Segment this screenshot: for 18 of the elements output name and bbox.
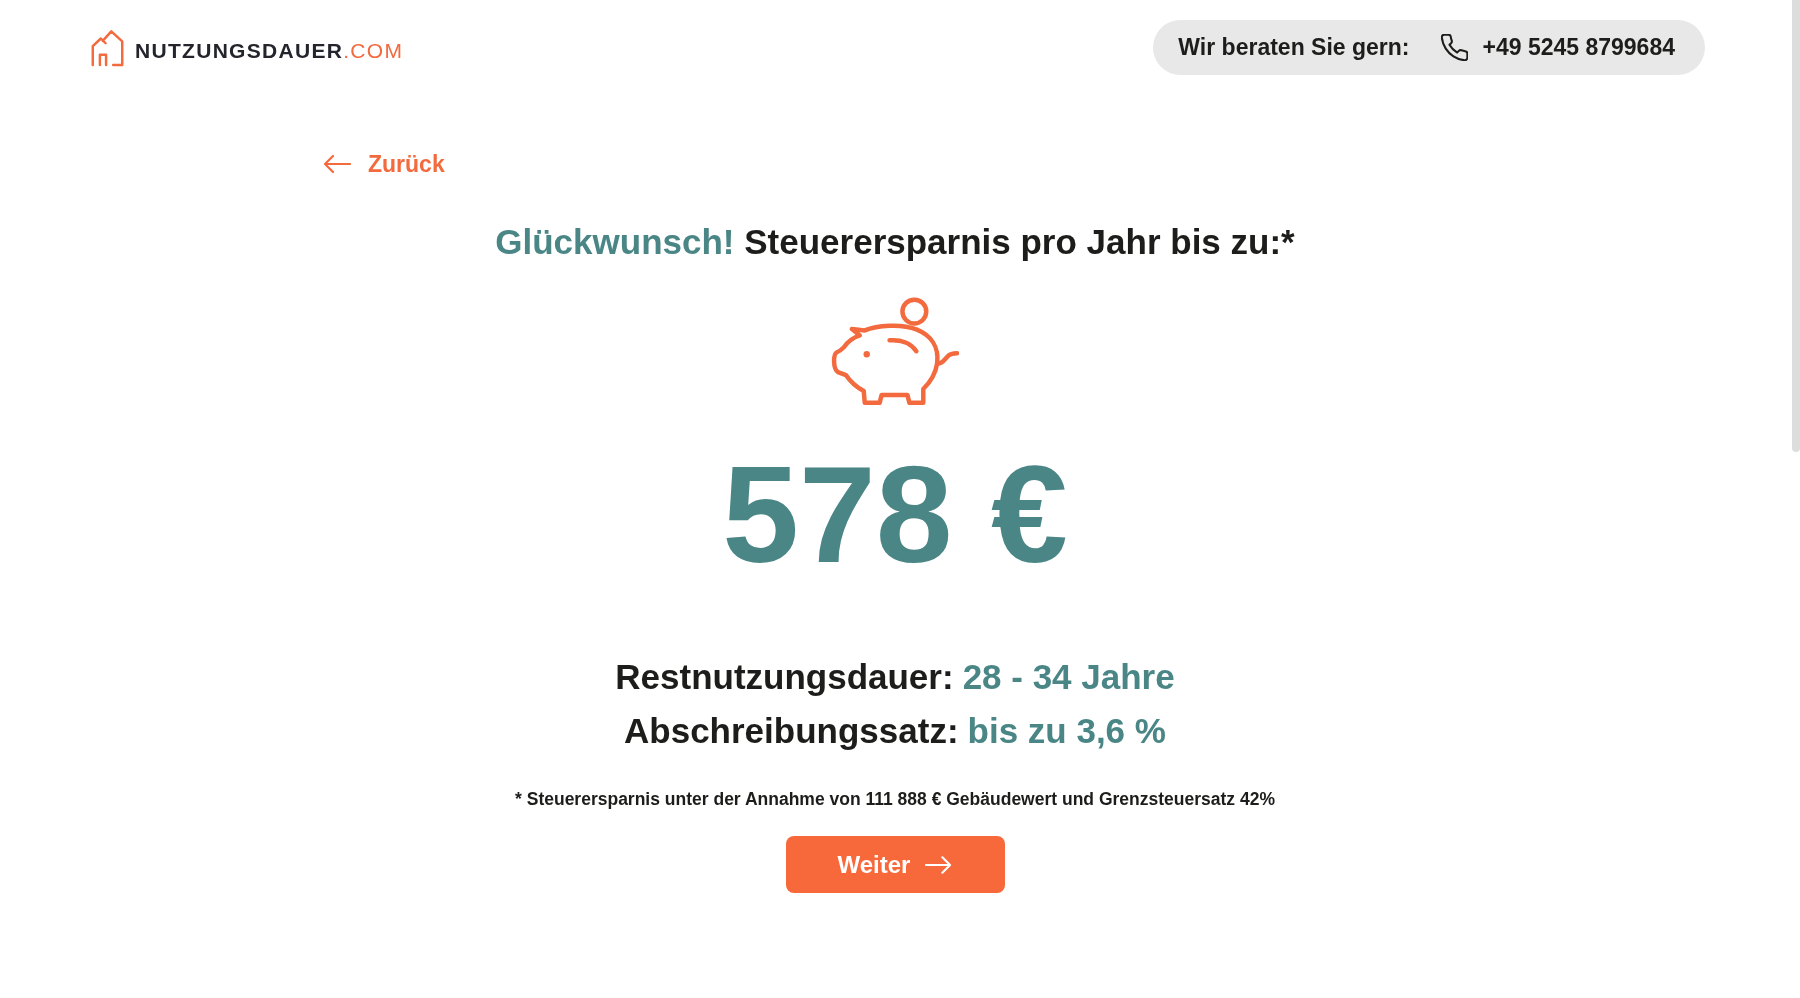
arrow-left-icon (323, 154, 351, 174)
fact-label: Restnutzungsdauer: (615, 656, 954, 698)
savings-amount: 578 € (722, 445, 1068, 583)
scrollbar-thumb[interactable] (1792, 0, 1800, 452)
fact-value: bis zu 3,6 % (967, 710, 1166, 752)
piggy-bank-icon (831, 297, 959, 407)
fact-value: 28 - 34 Jahre (962, 656, 1175, 698)
arrow-right-icon (925, 854, 953, 875)
back-link[interactable]: Zurück (323, 150, 445, 178)
logo-wordmark: NUTZUNGSDAUER.COM (135, 37, 404, 64)
phone-icon (1441, 34, 1469, 61)
contact-label: Wir beraten Sie gern: (1178, 34, 1410, 61)
phone-link[interactable]: +49 5245 8799684 (1482, 34, 1675, 61)
fact-label: Abschreibungssatz: (624, 710, 959, 752)
next-button[interactable]: Weiter (785, 836, 1005, 893)
result-heading: Glückwunsch! Steuerersparnis pro Jahr bis zu:* (495, 221, 1295, 263)
house-logo-icon (90, 28, 125, 67)
footnote: * Steuerersparnis unter der Annahme von 111 888 € Gebäudewert und Grenzsteuersatz 42% (515, 788, 1275, 811)
